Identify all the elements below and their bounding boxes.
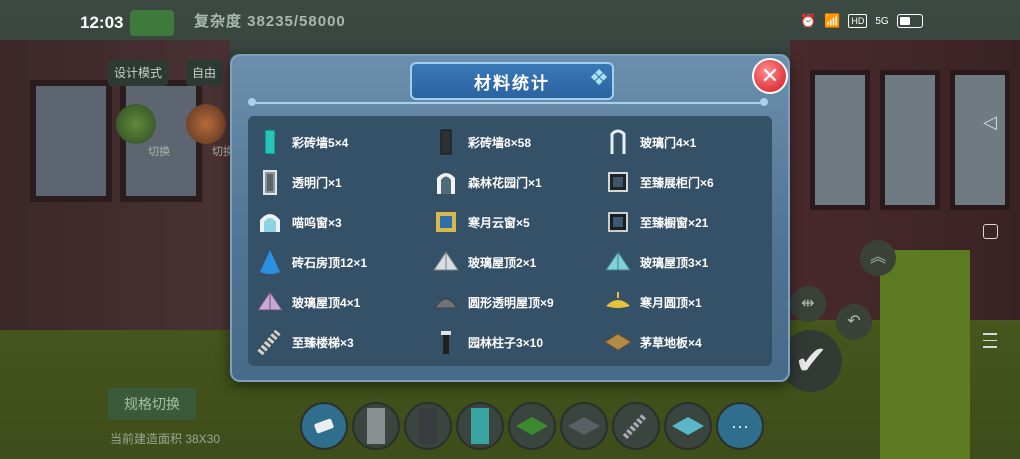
- transparent-door-icon: [256, 168, 284, 196]
- forest-garden-gate-icon: [432, 168, 460, 196]
- thatch-floor-icon: [604, 328, 632, 356]
- material-item-label: 寒月云窗×5: [468, 215, 530, 230]
- glass-door-icon: [604, 128, 632, 156]
- title-ornament-right-icon: ❖: [589, 65, 609, 90]
- material-item-label: 园林柱子3×10: [468, 335, 544, 350]
- dark-wall-panel-icon: [432, 128, 460, 156]
- design-mode-button[interactable]: 设计模式: [108, 60, 169, 86]
- hd-badge: HD: [848, 14, 868, 28]
- material-item-label: 彩砖墙5×4: [292, 135, 349, 150]
- golden-dome-icon: [604, 288, 632, 316]
- grass-floor-tool-icon[interactable]: [508, 402, 556, 450]
- material-item-label: 茅草地板×4: [640, 335, 702, 350]
- wifi-icon: 📶: [824, 13, 841, 28]
- material-item-label: 寒月圆顶×1: [640, 295, 702, 310]
- material-item: 玻璃屋顶2×1: [432, 242, 604, 282]
- cat-window-icon: [256, 208, 284, 236]
- material-item-label: 透明门×1: [292, 175, 342, 190]
- nav-home-icon[interactable]: [983, 224, 998, 239]
- material-item: 至臻楼梯×3: [256, 322, 432, 362]
- material-item-label: 至臻橱窗×21: [640, 215, 709, 230]
- material-item: 寒月云窗×5: [432, 202, 604, 242]
- nav-back-icon[interactable]: ◁: [983, 112, 997, 133]
- dome-roof-icon: [432, 288, 460, 316]
- complexity-label: 复杂度 38235/58000: [194, 13, 346, 30]
- material-item-label: 玻璃屋顶2×1: [468, 255, 537, 270]
- material-item: 茅草地板×4: [604, 322, 766, 362]
- status-icons: ⏰ 📶 HD 5G: [800, 13, 923, 29]
- color-switch-icon[interactable]: [186, 104, 226, 144]
- stair-tool-icon[interactable]: [612, 402, 660, 450]
- glass-pyramid-roof-icon: [432, 248, 460, 276]
- material-item-label: 至臻展柜门×6: [640, 175, 714, 190]
- tile-floor-tool-icon[interactable]: [664, 402, 712, 450]
- bottom-toolbar: ···: [300, 402, 764, 450]
- moon-cloud-window-icon: [432, 208, 460, 236]
- staircase-icon: [256, 328, 284, 356]
- material-item: 寒月圆顶×1: [604, 282, 766, 322]
- material-item-label: 玻璃屋顶3×1: [640, 255, 709, 270]
- dialog-title-plate: 材料统计: [410, 62, 614, 100]
- material-item-label: 玻璃屋顶4×1: [292, 295, 361, 310]
- undo-icon[interactable]: ↶: [836, 304, 872, 340]
- build-area-text: 当前建造面积 38X30: [110, 432, 221, 446]
- dark-wall-tool-icon[interactable]: [404, 402, 452, 450]
- material-item: 园林柱子3×10: [432, 322, 604, 362]
- teal-wall-tool-icon[interactable]: [456, 402, 504, 450]
- material-item: 透明门×1: [256, 162, 432, 202]
- showcase-window-icon: [604, 208, 632, 236]
- glass-pyramid-roof-teal-icon: [604, 248, 632, 276]
- display-cabinet-door-icon: [604, 168, 632, 196]
- cone-roof-icon: [256, 248, 284, 276]
- material-item-label: 至臻楼梯×3: [292, 335, 354, 350]
- material-item-label: 森林花园门×1: [468, 175, 542, 190]
- raise-icon[interactable]: ︽: [860, 240, 896, 276]
- close-button[interactable]: ✕: [752, 58, 788, 94]
- material-item: 玻璃门4×1: [604, 122, 766, 162]
- stone-floor-tool-icon[interactable]: [560, 402, 608, 450]
- nav-menu-icon[interactable]: [983, 333, 997, 353]
- material-item-label: 圆形透明屋顶×9: [468, 295, 554, 310]
- more-tools-button[interactable]: ···: [716, 402, 764, 450]
- material-item-label: 彩砖墙8×58: [468, 135, 532, 150]
- scene-hedge: [880, 250, 970, 459]
- material-item: 圆形透明屋顶×9: [432, 282, 604, 322]
- alarm-icon: ⏰: [800, 13, 817, 28]
- materials-grid: 彩砖墙5×4 彩砖墙8×58 玻璃门4×1 透明门×1 森林花园门×1 至臻展柜门×6 喵呜…: [256, 122, 766, 362]
- material-item: 喵呜窗×3: [256, 202, 432, 242]
- cyan-wall-panel-icon: [256, 128, 284, 156]
- signal-label: 5G: [875, 15, 889, 27]
- material-item: 玻璃屋顶4×1: [256, 282, 432, 322]
- material-item: 森林花园门×1: [432, 162, 604, 202]
- battery-icon: [896, 14, 923, 28]
- material-stats-dialog: ❖ 材料统计 ❖ ✕ 彩砖墙5×4彩砖墙8×58玻璃门4×1透明门×1森林花园门…: [230, 54, 790, 382]
- free-mode-button[interactable]: 自由: [186, 60, 223, 86]
- tree-switch-label: 切换: [148, 146, 170, 158]
- material-item: 玻璃屋顶3×1: [604, 242, 766, 282]
- title-divider: [248, 98, 768, 106]
- material-item: 彩砖墙5×4: [256, 122, 432, 162]
- material-item-label: 玻璃门4×1: [640, 135, 697, 150]
- glass-pyramid-roof-purple-icon: [256, 288, 284, 316]
- garden-pillar-icon: [432, 328, 460, 356]
- material-item: 砖石房顶12×1: [256, 242, 432, 282]
- material-item-label: 喵呜窗×3: [292, 215, 342, 230]
- gray-wall-tool-icon[interactable]: [352, 402, 400, 450]
- tree-switch-icon[interactable]: [116, 104, 156, 144]
- materials-list-panel: 彩砖墙5×4 彩砖墙8×58 玻璃门4×1 透明门×1 森林花园门×1 至臻展柜门×6 喵呜…: [248, 116, 772, 366]
- mirror-icon[interactable]: ⇹: [790, 286, 826, 322]
- material-item-label: 砖石房顶12×1: [292, 255, 368, 270]
- spec-switch-button[interactable]: 规格切换: [108, 388, 196, 420]
- material-item: 至臻橱窗×21: [604, 202, 766, 242]
- dialog-title: 材料统计: [474, 73, 550, 93]
- status-time: 12:03: [80, 13, 124, 32]
- material-item: 彩砖墙8×58: [432, 122, 604, 162]
- material-item: 至臻展柜门×6: [604, 162, 766, 202]
- eraser-tool-icon[interactable]: [300, 402, 348, 450]
- hud-green-button[interactable]: [130, 10, 174, 36]
